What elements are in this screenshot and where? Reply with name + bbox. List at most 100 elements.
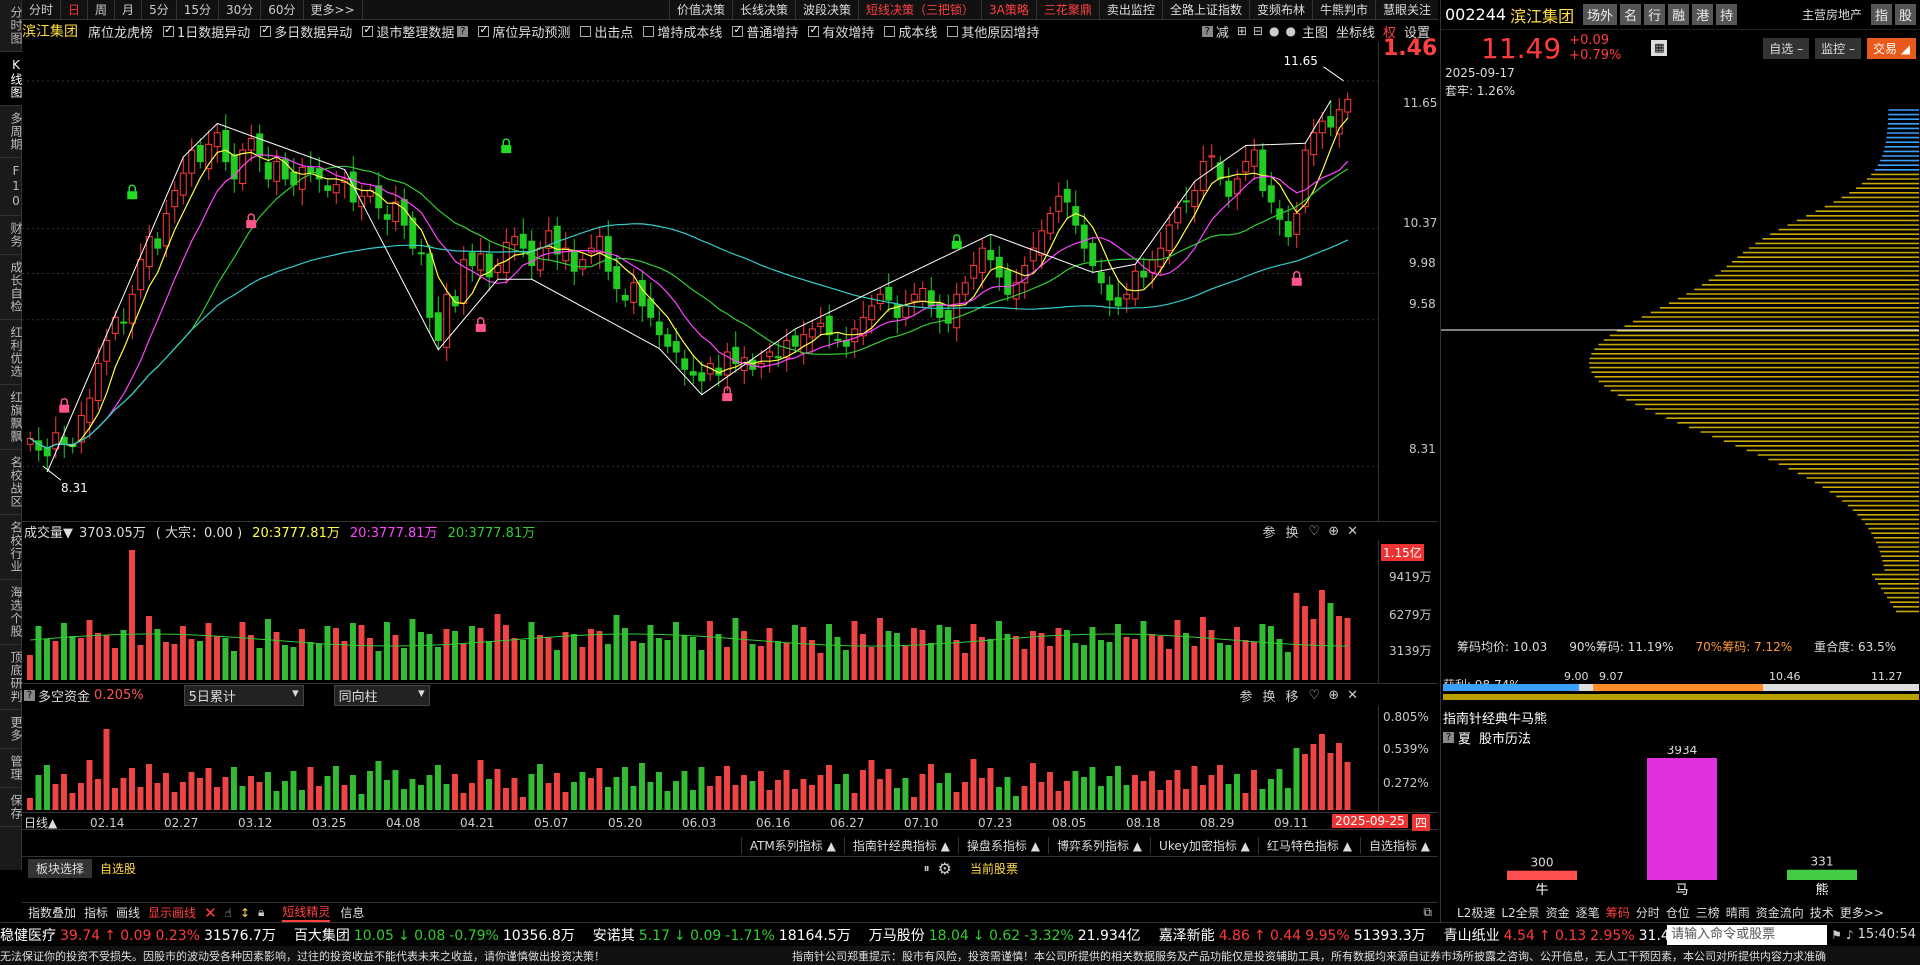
option-6[interactable]: 增持成本线 xyxy=(643,22,722,41)
volume-title[interactable]: 成交量▼ xyxy=(24,522,73,541)
option-tool-1[interactable]: 主图 xyxy=(1302,22,1328,41)
period-tab-8[interactable]: 更多>> xyxy=(304,0,363,20)
period-tab-4[interactable]: 5分 xyxy=(142,0,177,20)
indicator-tab-2[interactable]: 操盘系指标 ▲ xyxy=(957,836,1048,854)
heart-icon[interactable]: ♡ xyxy=(1309,524,1321,539)
tool-show-line[interactable]: 显示画线 xyxy=(148,904,196,921)
close-icon[interactable]: ✕ xyxy=(1347,688,1358,703)
period-tab-1[interactable]: 日 xyxy=(61,0,89,20)
stock-tag-1[interactable]: 名 xyxy=(1620,4,1642,25)
strategy-tab-0[interactable]: 价值决策 xyxy=(668,0,732,20)
ticker-item-5[interactable]: 青山纸业4.54↑ 0.132.95%31.489亿 xyxy=(1444,925,1668,945)
monitor-button[interactable]: 监控 – xyxy=(1815,37,1861,59)
left-tab-5[interactable]: 成长自检 xyxy=(0,255,23,320)
strategy-tab-7[interactable]: 全路上证指数 xyxy=(1161,0,1249,20)
option-1[interactable]: 1日数据异动 xyxy=(163,22,250,41)
strategy-tab-1[interactable]: 长线决策 xyxy=(732,0,795,20)
volume-panel[interactable]: 成交量▼ 3703.05万 ( 大宗：0.00 ) 20:3777.81万 20… xyxy=(22,522,1438,684)
tab-short-elf[interactable]: 短线精灵 xyxy=(282,903,331,922)
option-checkbox-8[interactable] xyxy=(808,23,820,37)
option-checkbox-5[interactable] xyxy=(580,25,592,37)
help-icon[interactable]: ? xyxy=(24,689,35,701)
period-tab-2[interactable]: 周 xyxy=(88,0,116,20)
stock-tag-5[interactable]: 持 xyxy=(1716,4,1738,25)
period-tab-7[interactable]: 60分 xyxy=(261,0,304,20)
option-9[interactable]: 成本线 xyxy=(884,22,937,41)
right-bottom-tab-0[interactable]: L2极速 xyxy=(1457,904,1495,921)
pause-icon[interactable]: ⏸ xyxy=(924,861,930,876)
period-tab-3[interactable]: 月 xyxy=(115,0,143,20)
tab-info[interactable]: 信息 xyxy=(340,904,364,921)
command-input[interactable]: 请输入命令或股票 xyxy=(1667,924,1828,945)
left-tab-2[interactable]: 多周期 xyxy=(0,106,23,158)
tool-indicator[interactable]: 指标 xyxy=(84,904,108,921)
stock-tag-4[interactable]: 港 xyxy=(1692,4,1714,25)
option-3[interactable]: 退市整理数据? xyxy=(362,22,469,41)
current-stock-tab[interactable]: 当前股票 xyxy=(970,860,1018,877)
delete-icon[interactable]: ✕ xyxy=(204,904,217,922)
right-bottom-tab-2[interactable]: 资金 xyxy=(1546,904,1570,921)
left-tab-3[interactable]: F10 xyxy=(0,158,23,216)
ticker-item-0[interactable]: 稳健医疗 39.74 ↑ 0.09 0.23% 31576.7万 xyxy=(0,925,280,945)
block-select-tab[interactable]: 板块选择 xyxy=(28,858,93,878)
right-bottom-tab-11[interactable]: 更多>> xyxy=(1840,904,1884,921)
option-checkbox-1[interactable] xyxy=(163,23,175,37)
trade-button[interactable]: 交易 ◢ xyxy=(1866,37,1916,59)
left-tab-4[interactable]: 财务 xyxy=(0,216,23,255)
tool-draw-line[interactable]: 画线 xyxy=(116,904,140,921)
option-tool-0[interactable]: 减 xyxy=(1216,22,1229,41)
minus-box-icon[interactable]: ⊟ xyxy=(1253,24,1263,38)
option-0[interactable]: 席位龙虎榜 xyxy=(88,22,153,41)
right-bottom-tab-3[interactable]: 逐笔 xyxy=(1576,904,1600,921)
right-bottom-tab-4[interactable]: 筹码 xyxy=(1606,904,1630,921)
option-2[interactable]: 多日数据异动 xyxy=(260,22,352,41)
help-icon[interactable]: ? xyxy=(457,25,469,37)
ticker-item-2[interactable]: 安诺其 5.17 ↓ 0.09 -1.71% 18164.5万 xyxy=(593,925,855,945)
period-tab-5[interactable]: 15分 xyxy=(177,0,219,20)
indicator-tab-5[interactable]: 红马特色指标 ▲ xyxy=(1257,836,1360,854)
strategy-tab-10[interactable]: 慧眼关注 xyxy=(1374,0,1438,20)
strategy-tab-4[interactable]: 3A策略 xyxy=(981,0,1036,20)
right-bottom-tab-10[interactable]: 技术 xyxy=(1810,904,1834,921)
calc-icon[interactable]: ▦ xyxy=(1651,40,1668,56)
option-7[interactable]: 普通增持 xyxy=(732,22,798,41)
stock-tag-0[interactable]: 场外 xyxy=(1583,4,1618,25)
right-bottom-tab-6[interactable]: 仓位 xyxy=(1666,904,1690,921)
money-flow-chart[interactable] xyxy=(22,706,1378,812)
option-8[interactable]: 有效增持 xyxy=(808,22,874,41)
strategy-tab-2[interactable]: 波段决策 xyxy=(795,0,858,20)
money-panel[interactable]: ? 多空资金 0.205% 5日累计 ▾ 同向柱 ▾ 参 换 移 ♡ ⊕ ✕ 0.8… xyxy=(22,684,1438,812)
option-checkbox-6[interactable] xyxy=(643,25,655,37)
option-checkbox-2[interactable] xyxy=(260,23,272,37)
zoom-icon[interactable]: ⊕ xyxy=(1328,688,1339,703)
indicator-tab-3[interactable]: 博弈系列指标 ▲ xyxy=(1047,836,1150,854)
period-tab-0[interactable]: 分时 xyxy=(22,0,62,20)
volume-chart[interactable] xyxy=(22,540,1378,684)
money-style-select[interactable]: 同向柱 ▾ xyxy=(333,684,430,706)
help-icon[interactable]: ? xyxy=(1201,25,1213,37)
gear-icon[interactable]: ⚙ xyxy=(938,859,952,878)
left-tab-11[interactable]: 顶底研判 xyxy=(0,645,23,710)
left-tab-8[interactable]: 名校战区 xyxy=(0,450,23,515)
strategy-tab-3[interactable]: 短线决策（三把锁） xyxy=(858,0,981,20)
option-checkbox-4[interactable] xyxy=(478,23,490,37)
indicator-tab-6[interactable]: 自选指标 ▲ xyxy=(1359,836,1438,854)
indicator-tab-1[interactable]: 指南针经典指标 ▲ xyxy=(843,836,958,854)
help-icon[interactable]: ? xyxy=(1443,732,1454,743)
speaker-icon[interactable]: ♪ xyxy=(1846,928,1854,942)
heart-icon[interactable]: ♡ xyxy=(1309,688,1321,703)
hand-icon[interactable]: ☝ xyxy=(225,906,232,920)
arrows-icon[interactable]: ↕ xyxy=(240,906,250,920)
strategy-tab-9[interactable]: 牛熊判市 xyxy=(1311,0,1375,20)
left-tab-9[interactable]: 名校行业 xyxy=(0,515,23,580)
strategy-tab-6[interactable]: 卖出监控 xyxy=(1098,0,1162,20)
left-tab-1[interactable]: K线图 xyxy=(0,52,23,106)
money-period-select[interactable]: 5日累计 ▾ xyxy=(183,684,304,706)
close-icon[interactable]: ✕ xyxy=(1347,524,1358,539)
money-switch-button[interactable]: 换 xyxy=(1263,686,1276,705)
self-select-tab[interactable]: 自选股 xyxy=(92,859,144,878)
left-tab-10[interactable]: 海选个股 xyxy=(0,580,23,645)
stock-tag-3[interactable]: 融 xyxy=(1668,4,1690,25)
left-tab-7[interactable]: 红旗飘飘 xyxy=(0,385,23,450)
ticker-item-4[interactable]: 嘉泽新能 4.86 ↑ 0.44 9.95% 51393.3万 xyxy=(1159,925,1430,945)
